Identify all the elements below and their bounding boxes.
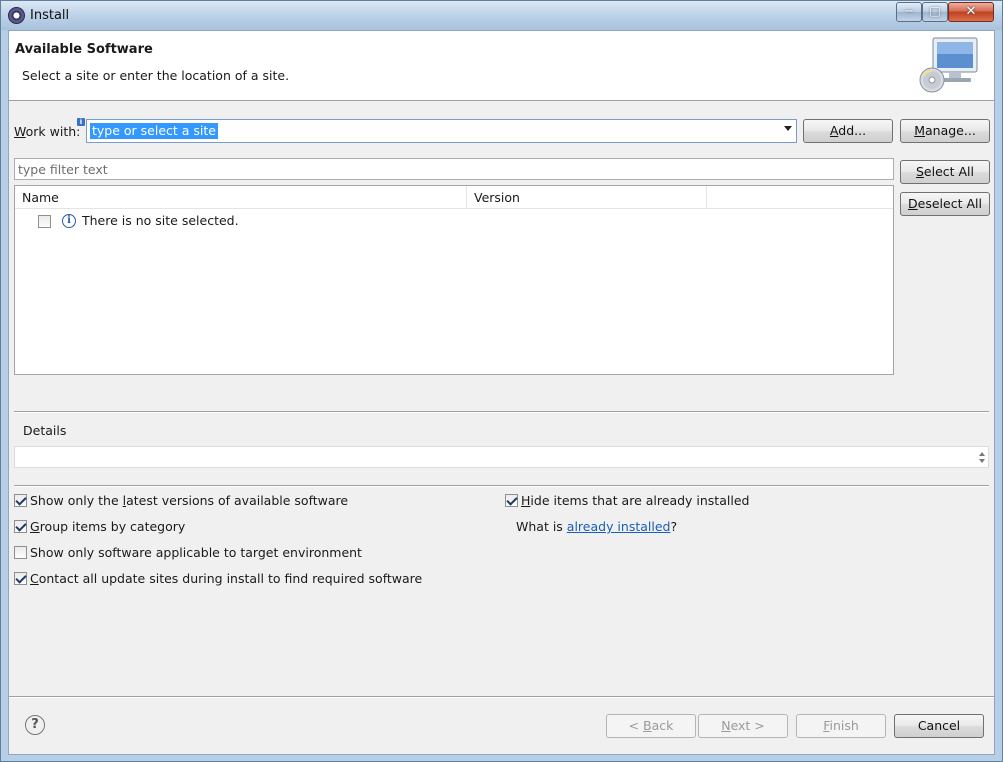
tree-header: Name Version bbox=[15, 186, 893, 209]
finish-button[interactable]: Finish bbox=[796, 714, 886, 738]
page-description: Select a site or enter the location of a… bbox=[22, 68, 290, 83]
computer-cd-icon bbox=[919, 37, 978, 93]
details-label: Details bbox=[23, 423, 67, 438]
manage-sites-button[interactable]: Manage... bbox=[900, 119, 990, 143]
minimize-icon: ─ bbox=[905, 4, 913, 18]
footer-separator bbox=[9, 696, 994, 698]
scroll-down-icon[interactable] bbox=[979, 459, 985, 463]
back-button[interactable]: < Back bbox=[606, 714, 696, 738]
window-title: Install bbox=[30, 8, 70, 23]
help-icon[interactable]: ? bbox=[25, 715, 45, 735]
install-window: Install ─ □ ✕ Available Software Select … bbox=[0, 0, 1003, 762]
maximize-button[interactable]: □ bbox=[922, 2, 948, 22]
deselect-all-button[interactable]: Deselect All bbox=[900, 192, 990, 216]
minimize-button[interactable]: ─ bbox=[896, 2, 922, 22]
target-environment-checkbox[interactable] bbox=[14, 546, 27, 559]
close-icon: ✕ bbox=[965, 4, 977, 19]
next-button[interactable]: Next > bbox=[698, 714, 788, 738]
details-text-area[interactable] bbox=[14, 446, 989, 468]
cancel-button[interactable]: Cancel bbox=[894, 714, 984, 738]
scroll-up-icon[interactable] bbox=[979, 452, 985, 456]
eclipse-app-icon bbox=[8, 7, 25, 24]
work-with-combo[interactable]: type or select a site bbox=[86, 119, 797, 143]
work-with-label: Work with: bbox=[14, 124, 81, 139]
group-by-category-checkbox[interactable] bbox=[14, 520, 27, 533]
target-environment-label: Show only software applicable to target … bbox=[30, 545, 362, 560]
group-by-category-label: Group items by category bbox=[30, 519, 186, 534]
dialog-client-area: Available Software Select a site or ente… bbox=[8, 30, 995, 755]
row-label: There is no site selected. bbox=[82, 213, 239, 228]
page-title: Available Software bbox=[15, 42, 153, 57]
select-all-button[interactable]: Select All bbox=[900, 160, 990, 184]
column-header-version[interactable]: Version bbox=[467, 186, 707, 209]
latest-versions-label: Show only the latest versions of availab… bbox=[30, 493, 349, 508]
tree-row[interactable]: i There is no site selected. bbox=[15, 210, 893, 232]
hide-installed-label: Hide items that are already installed bbox=[521, 493, 750, 508]
filter-field[interactable] bbox=[14, 158, 894, 180]
add-site-button[interactable]: Add... bbox=[803, 119, 893, 143]
filter-input[interactable] bbox=[15, 159, 893, 179]
info-decoration-icon: i bbox=[77, 118, 85, 126]
info-icon: i bbox=[62, 214, 76, 228]
header-banner: Available Software Select a site or ente… bbox=[9, 31, 994, 101]
column-header-name[interactable]: Name bbox=[15, 186, 467, 209]
chevron-down-icon[interactable] bbox=[784, 126, 792, 131]
hide-installed-checkbox[interactable] bbox=[505, 494, 518, 507]
contact-update-sites-label: Contact all update sites during install … bbox=[30, 571, 423, 586]
software-tree[interactable]: Name Version i There is no site selected… bbox=[14, 185, 894, 375]
maximize-icon: □ bbox=[929, 4, 941, 18]
options-separator bbox=[14, 485, 989, 487]
row-checkbox[interactable] bbox=[38, 215, 51, 228]
work-with-value: type or select a site bbox=[90, 123, 218, 139]
contact-update-sites-checkbox[interactable] bbox=[14, 572, 27, 585]
latest-versions-checkbox[interactable] bbox=[14, 494, 27, 507]
details-separator bbox=[14, 411, 989, 413]
title-bar[interactable]: Install ─ □ ✕ bbox=[1, 1, 1002, 30]
already-installed-text: What is already installed? bbox=[516, 519, 678, 534]
close-button[interactable]: ✕ bbox=[948, 2, 994, 22]
already-installed-link[interactable]: already installed bbox=[567, 519, 671, 534]
